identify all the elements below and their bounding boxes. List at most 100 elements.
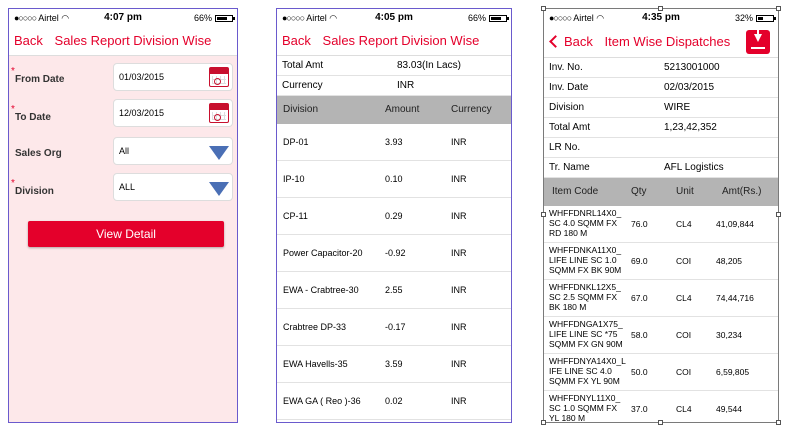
table-header: Item Code Qty Unit Amt(Rs.) (544, 178, 778, 206)
detail-value: 5213001000 (664, 62, 720, 73)
qty-cell: 37.0 (631, 404, 648, 414)
currency-cell: INR (451, 359, 467, 369)
from-date-row: * From Date 01/03/2015 (9, 60, 237, 94)
item-code-cell: WHFFDNYL11X0_ SC 1.0 SQMM FX YL 180 M (549, 393, 621, 423)
from-date-label: From Date (15, 74, 65, 85)
amount-cell: 3.93 (385, 137, 403, 147)
to-date-field[interactable]: 12/03/2015 (113, 99, 233, 127)
unit-cell: CL4 (676, 404, 692, 414)
detail-row: Total Amt 1,23,42,352 (544, 118, 778, 138)
screen-item-wise-dispatches: ●○○○○ Airtel ◠ 4:35 pm 32% Back Item Wis… (543, 8, 779, 423)
detail-value: 02/03/2015 (664, 82, 715, 93)
amount-cell: -0.17 (385, 322, 406, 332)
battery-icon (489, 14, 509, 22)
amount-cell: -0.92 (385, 248, 406, 258)
table-row[interactable]: WHFFDNYL11X0_ SC 1.0 SQMM FX YL 180 M 37.… (544, 391, 778, 423)
currency-cell: INR (451, 137, 467, 147)
division-cell: DP-01 (283, 137, 309, 147)
table-row[interactable]: WHFFDNKA11X0_ LIFE LINE SC 1.0 SQMM FX B… (544, 243, 778, 280)
battery-icon (215, 14, 235, 22)
sales-org-select[interactable]: All (113, 137, 233, 165)
unit-cell: COI (676, 367, 692, 377)
currency-cell: INR (451, 396, 467, 406)
page-title: Sales Report Division Wise (54, 33, 212, 48)
item-code-cell: WHFFDNYA14X0_L IFE LINE SC 4.0 SQMM FX Y… (549, 356, 626, 386)
detail-row: Inv. Date 02/03/2015 (544, 78, 778, 98)
battery-icon (756, 14, 776, 22)
selection-handle[interactable] (658, 6, 663, 11)
back-button[interactable]: Back (14, 33, 43, 48)
amount-cell: 41,09,844 (716, 219, 754, 229)
detail-value: WIRE (664, 102, 691, 113)
division-cell: EWA Havells-35 (283, 359, 348, 369)
back-button[interactable]: Back (549, 34, 593, 49)
selection-handle[interactable] (541, 212, 546, 217)
view-detail-button[interactable]: View Detail (28, 221, 224, 247)
selection-handle[interactable] (541, 6, 546, 11)
detail-row: Inv. No. 5213001000 (544, 58, 778, 78)
detail-row: Division WIRE (544, 98, 778, 118)
back-button[interactable]: Back (282, 33, 311, 48)
division-table-body: DP-01 3.93 INR IP-10 0.10 INR CP-11 0.29 INR Powe… (277, 124, 511, 420)
qty-cell: 67.0 (631, 293, 648, 303)
summary-row: Currency INR (277, 76, 511, 96)
table-row[interactable]: EWA Havells-35 3.59 INR (277, 346, 511, 383)
summary-value: 83.03(In Lacs) (397, 60, 461, 71)
nav-bar: Back Sales Report Division Wise (9, 27, 237, 56)
from-date-field[interactable]: 01/03/2015 (113, 63, 233, 91)
table-row[interactable]: IP-10 0.10 INR (277, 161, 511, 198)
battery: 66% (194, 13, 235, 23)
battery: 32% (735, 13, 776, 23)
amount-cell: 3.59 (385, 359, 403, 369)
table-row[interactable]: WHFFDNYA14X0_L IFE LINE SC 4.0 SQMM FX Y… (544, 354, 778, 391)
to-date-row: * To Date 12/03/2015 (9, 96, 237, 130)
page-title: Item Wise Dispatches (604, 34, 731, 49)
qty-cell: 69.0 (631, 256, 648, 266)
dropdown-arrow-icon[interactable] (209, 182, 229, 196)
table-row[interactable]: WHFFDNKL12X5_ SC 2.5 SQMM FX BK 180 M 67.… (544, 280, 778, 317)
selection-handle[interactable] (776, 212, 781, 217)
chevron-left-icon (549, 35, 562, 48)
table-row[interactable]: WHFFDNRL14X0_ SC 4.0 SQMM FX RD 180 M 76.… (544, 206, 778, 243)
selection-handle[interactable] (776, 6, 781, 11)
table-row[interactable]: Crabtree DP-33 -0.17 INR (277, 309, 511, 346)
dropdown-arrow-icon[interactable] (209, 146, 229, 160)
status-bar: ●○○○○ Airtel ◠ 4:07 pm 66% (9, 9, 237, 27)
table-row[interactable]: WHFFDNGA1X75_ LIFE LINE SC *75 SQMM FX G… (544, 317, 778, 354)
table-row[interactable]: CP-11 0.29 INR (277, 198, 511, 235)
status-bar: ●○○○○ Airtel ◠ 4:05 pm 66% (277, 9, 511, 27)
amount-cell: 2.55 (385, 285, 403, 295)
download-icon[interactable] (746, 30, 770, 54)
items-table-body: WHFFDNRL14X0_ SC 4.0 SQMM FX RD 180 M 76.… (544, 206, 778, 423)
detail-value: 1,23,42,352 (664, 122, 717, 133)
unit-cell: CL4 (676, 219, 692, 229)
unit-cell: CL4 (676, 293, 692, 303)
calendar-icon[interactable] (209, 67, 229, 87)
table-row[interactable]: Power Capacitor-20 -0.92 INR (277, 235, 511, 272)
amount-cell: 0.10 (385, 174, 403, 184)
selection-handle[interactable] (658, 420, 663, 425)
amount-cell: 0.02 (385, 396, 403, 406)
screen-sales-report-results: ●○○○○ Airtel ◠ 4:05 pm 66% Back Sales Re… (276, 8, 512, 423)
qty-cell: 76.0 (631, 219, 648, 229)
sales-org-row: Sales Org All (9, 134, 237, 168)
amount-cell: 49,544 (716, 404, 742, 414)
unit-cell: COI (676, 330, 692, 340)
calendar-icon[interactable] (209, 103, 229, 123)
detail-key: Division (549, 102, 585, 113)
selection-handle[interactable] (776, 420, 781, 425)
qty-cell: 50.0 (631, 367, 648, 377)
column-header-qty: Qty (631, 186, 647, 197)
division-select[interactable]: ALL (113, 173, 233, 201)
invoice-details: Inv. No. 5213001000 Inv. Date 02/03/2015 Div… (544, 58, 778, 178)
column-header-division: Division (283, 104, 319, 115)
table-row[interactable]: DP-01 3.93 INR (277, 124, 511, 161)
table-row[interactable]: EWA - Crabtree-30 2.55 INR (277, 272, 511, 309)
detail-row: Tr. Name AFL Logistics (544, 158, 778, 178)
column-header-amount: Amt(Rs.) (722, 186, 762, 197)
table-row[interactable]: EWA GA ( Reo )-36 0.02 INR (277, 383, 511, 420)
division-cell: CP-11 (283, 211, 308, 221)
nav-bar: Back Item Wise Dispatches (544, 27, 778, 58)
selection-handle[interactable] (541, 420, 546, 425)
item-code-cell: WHFFDNGA1X75_ LIFE LINE SC *75 SQMM FX G… (549, 319, 623, 349)
